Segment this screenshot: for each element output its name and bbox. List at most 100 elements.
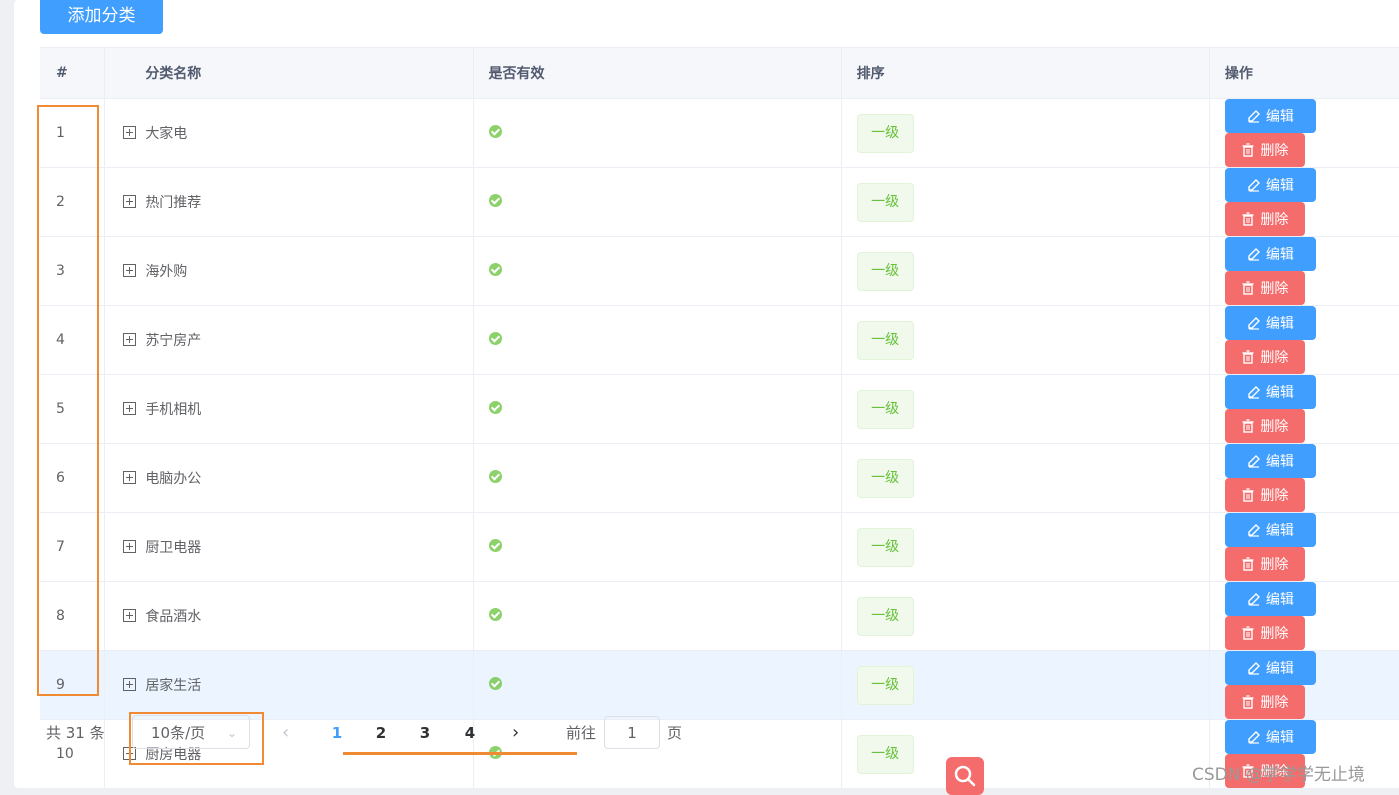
row-name: 手机相机	[145, 402, 202, 418]
page-3[interactable]: 3	[413, 715, 437, 751]
edit-label: 编辑	[1265, 592, 1294, 608]
edit-label: 编辑	[1265, 247, 1294, 263]
table-row[interactable]: 2 热门推荐 一级 编辑 删除	[40, 167, 1399, 237]
row-sort-cell: 一级	[841, 374, 1210, 444]
page-size-annotation	[129, 712, 264, 765]
goto-page-input[interactable]: 1	[604, 716, 660, 749]
check-circle-icon	[488, 469, 502, 483]
row-name: 苏宁房产	[145, 333, 202, 349]
check-circle-icon	[488, 676, 502, 690]
delete-button[interactable]: 删除	[1224, 340, 1305, 374]
edit-icon	[1248, 317, 1260, 330]
row-valid-cell	[473, 374, 842, 444]
row-name-cell: 食品酒水	[104, 581, 474, 651]
watermark: CSDN @学学学无止境	[1192, 765, 1365, 785]
table-row[interactable]: 1 大家电 一级 编辑 删除	[40, 98, 1399, 168]
expand-icon[interactable]	[123, 263, 137, 277]
header-valid: 是否有效	[473, 47, 842, 99]
table-row[interactable]: 8 食品酒水 一级 编辑 删除	[40, 581, 1399, 651]
check-circle-icon	[488, 400, 502, 414]
row-sort-cell: 一级	[841, 719, 1210, 789]
table-row[interactable]: 9 居家生活 一级 编辑 删除	[40, 650, 1399, 720]
expand-icon[interactable]	[123, 125, 137, 139]
expand-icon[interactable]	[123, 470, 137, 484]
category-table: # 分类名称 是否有效 排序 操作 1 大家电 一级 编辑 删除 2 热门推荐 一级 编辑 删除 3…	[40, 47, 1399, 789]
search-icon	[954, 765, 976, 787]
level-tag: 一级	[856, 527, 914, 567]
table-row[interactable]: 5 手机相机 一级 编辑 删除	[40, 374, 1399, 444]
page-4[interactable]: 4	[458, 715, 482, 751]
row-name-cell: 厨卫电器	[104, 512, 474, 582]
row-ops-cell: 编辑删除	[1209, 167, 1399, 237]
row-name: 厨卫电器	[145, 540, 202, 556]
check-circle-icon	[488, 607, 502, 621]
edit-button[interactable]: 编辑	[1224, 513, 1316, 547]
edit-button[interactable]: 编辑	[1224, 168, 1316, 202]
trash-icon	[1242, 350, 1254, 364]
check-circle-icon	[488, 262, 502, 276]
edit-label: 编辑	[1265, 523, 1294, 539]
row-sort-cell: 一级	[841, 581, 1210, 651]
page-2[interactable]: 2	[369, 715, 393, 751]
row-name: 海外购	[145, 264, 188, 280]
expand-icon[interactable]	[123, 539, 137, 553]
row-ops-cell: 编辑删除	[1209, 236, 1399, 306]
row-sort-cell: 一级	[841, 167, 1210, 237]
row-ops-cell: 编辑删除	[1209, 512, 1399, 582]
delete-button[interactable]: 删除	[1224, 478, 1305, 512]
row-valid-cell	[473, 305, 842, 375]
expand-icon[interactable]	[123, 677, 137, 691]
check-circle-icon	[488, 331, 502, 345]
delete-button[interactable]: 删除	[1224, 616, 1305, 650]
edit-button[interactable]: 编辑	[1224, 720, 1316, 754]
level-tag: 一级	[856, 113, 914, 153]
delete-label: 删除	[1260, 557, 1289, 573]
row-name-cell: 居家生活	[104, 650, 474, 720]
expand-icon[interactable]	[123, 401, 137, 415]
delete-button[interactable]: 删除	[1224, 271, 1305, 305]
edit-button[interactable]: 编辑	[1224, 582, 1316, 616]
delete-button[interactable]: 删除	[1224, 409, 1305, 443]
table-row[interactable]: 4 苏宁房产 一级 编辑 删除	[40, 305, 1399, 375]
row-name: 电脑办公	[145, 471, 202, 487]
page-1[interactable]: 1	[325, 715, 349, 751]
level-tag: 一级	[856, 251, 914, 291]
add-category-button[interactable]: 添加分类	[40, 0, 163, 34]
row-ops-cell: 编辑 删除	[1209, 443, 1399, 513]
page-numbers-annotation	[343, 752, 577, 755]
edit-icon	[1248, 248, 1260, 261]
prev-page-button[interactable]: ‹	[282, 715, 289, 751]
expand-icon[interactable]	[123, 194, 137, 208]
edit-button[interactable]: 编辑	[1224, 444, 1316, 478]
edit-button[interactable]: 编辑	[1224, 99, 1316, 133]
table-row[interactable]: 7 厨卫电器 一级 编辑 删除	[40, 512, 1399, 582]
delete-button[interactable]: 删除	[1224, 547, 1305, 581]
expand-icon[interactable]	[123, 332, 137, 346]
delete-button[interactable]: 删除	[1224, 685, 1305, 719]
next-page-button[interactable]: ›	[512, 715, 519, 751]
search-float-button[interactable]	[946, 757, 984, 795]
row-name-cell: 大家电	[104, 98, 474, 168]
edit-icon	[1248, 455, 1260, 468]
table-row[interactable]: 6 电脑办公 一级 编辑 删除	[40, 443, 1399, 513]
edit-button[interactable]: 编辑	[1224, 375, 1316, 409]
table-row[interactable]: 3 海外购 一级 编辑 删除	[40, 236, 1399, 306]
edit-icon	[1248, 524, 1260, 537]
trash-icon	[1242, 212, 1254, 226]
delete-label: 删除	[1260, 350, 1289, 366]
row-valid-cell	[473, 167, 842, 237]
edit-button[interactable]: 编辑	[1224, 306, 1316, 340]
edit-label: 编辑	[1265, 385, 1294, 401]
edit-button[interactable]: 编辑	[1224, 651, 1316, 685]
delete-button[interactable]: 删除	[1224, 133, 1305, 167]
edit-label: 编辑	[1265, 178, 1294, 194]
edit-icon	[1248, 731, 1260, 744]
edit-icon	[1248, 179, 1260, 192]
row-name: 食品酒水	[145, 609, 202, 625]
expand-icon[interactable]	[123, 608, 137, 622]
delete-label: 删除	[1260, 281, 1289, 297]
delete-button[interactable]: 删除	[1224, 202, 1305, 236]
edit-icon	[1248, 593, 1260, 606]
check-circle-icon	[488, 193, 502, 207]
edit-button[interactable]: 编辑	[1224, 237, 1316, 271]
